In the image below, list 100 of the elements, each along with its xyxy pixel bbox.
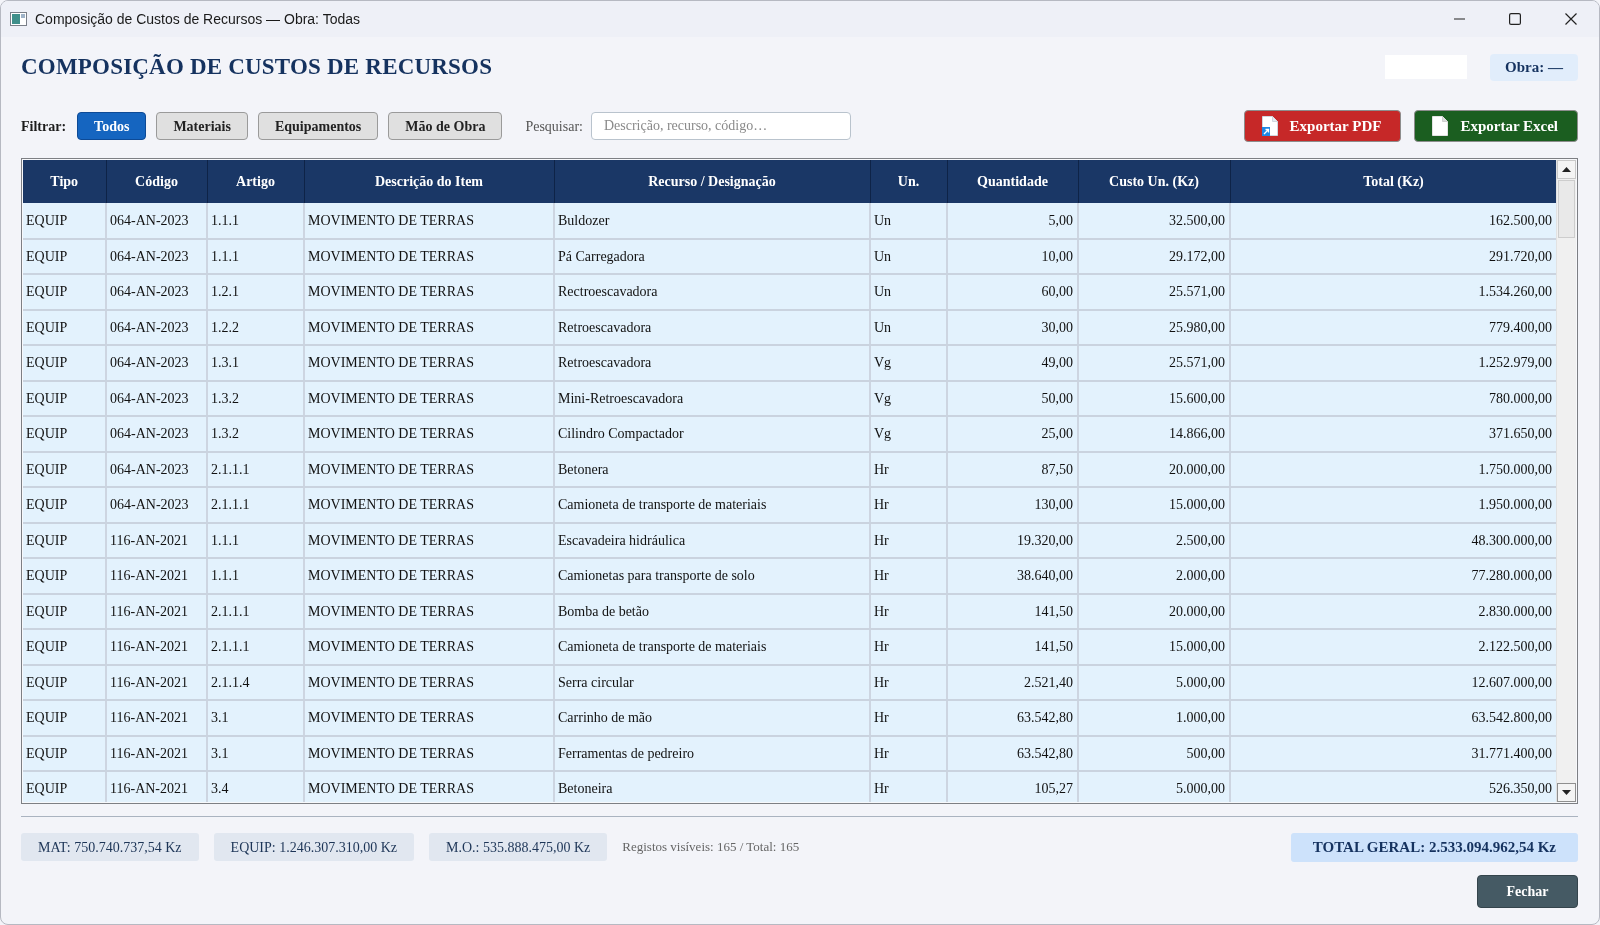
table-cell: 48.300.000,00: [1230, 522, 1556, 558]
table-cell: 2.1.1.1: [207, 629, 304, 665]
app-icon: [10, 12, 27, 26]
export-button[interactable]: Exportar PDF: [1243, 110, 1402, 142]
table-cell: 25,00: [947, 416, 1078, 452]
column-header[interactable]: Recurso / Designação: [554, 160, 870, 203]
scroll-down-icon[interactable]: [1557, 783, 1576, 802]
table-cell: EQUIP: [23, 451, 106, 487]
table-cell: Camioneta de transporte de materiais: [554, 487, 870, 523]
table-cell: EQUIP: [23, 664, 106, 700]
table-cell: EQUIP: [23, 558, 106, 594]
column-header[interactable]: Total (Kz): [1230, 160, 1556, 203]
table-cell: Vg: [870, 380, 947, 416]
table-cell: 14.866,00: [1078, 416, 1230, 452]
table-cell: 130,00: [947, 487, 1078, 523]
document-arrow-icon: [1261, 116, 1278, 136]
table-cell: 30,00: [947, 309, 1078, 345]
table-cell: Un: [870, 238, 947, 274]
table-cell: 15.000,00: [1078, 629, 1230, 665]
table-cell: 1.2.1: [207, 274, 304, 310]
table-cell: 116-AN-2021: [106, 700, 207, 736]
window-title: Composição de Custos de Recursos — Obra: Todas: [35, 9, 361, 29]
table-cell: MOVIMENTO DE TERRAS: [304, 735, 554, 771]
table-cell: 5.000,00: [1078, 664, 1230, 700]
table-cell: 15.000,00: [1078, 487, 1230, 523]
table-cell: Mini-Retroescavadora: [554, 380, 870, 416]
column-header[interactable]: Código: [106, 160, 207, 203]
column-header[interactable]: Un.: [870, 160, 947, 203]
scroll-up-icon[interactable]: [1557, 160, 1576, 179]
table-cell: Vg: [870, 345, 947, 381]
table-cell: Hr: [870, 700, 947, 736]
table-cell: 2.122.500,00: [1230, 629, 1556, 665]
table-cell: MOVIMENTO DE TERRAS: [304, 558, 554, 594]
table-cell: EQUIP: [23, 380, 106, 416]
table-cell: 064-AN-2023: [106, 274, 207, 310]
table-cell: 38.640,00: [947, 558, 1078, 594]
filter-button[interactable]: Materiais: [156, 112, 248, 140]
table-cell: 064-AN-2023: [106, 487, 207, 523]
column-header[interactable]: Tipo: [23, 160, 106, 203]
close-button[interactable]: Fechar: [1477, 875, 1578, 908]
table-cell: 116-AN-2021: [106, 558, 207, 594]
maximize-icon: [1509, 13, 1521, 25]
table-cell: 064-AN-2023: [106, 203, 207, 239]
table-cell: Hr: [870, 771, 947, 802]
table-cell: 63.542,80: [947, 735, 1078, 771]
filter-button[interactable]: Equipamentos: [257, 112, 379, 140]
table-cell: 500,00: [1078, 735, 1230, 771]
table-cell: 064-AN-2023: [106, 345, 207, 381]
scroll-thumb[interactable]: [1558, 180, 1575, 238]
table-cell: MOVIMENTO DE TERRAS: [304, 345, 554, 381]
table-cell: Hr: [870, 593, 947, 629]
table-cell: Pá Carregadora: [554, 238, 870, 274]
table-cell: 1.1.1: [207, 522, 304, 558]
table-cell: 2.1.1.1: [207, 593, 304, 629]
table-cell: 2.000,00: [1078, 558, 1230, 594]
table-cell: Hr: [870, 451, 947, 487]
table-cell: MOVIMENTO DE TERRAS: [304, 629, 554, 665]
table-cell: MOVIMENTO DE TERRAS: [304, 203, 554, 239]
table-cell: EQUIP: [23, 345, 106, 381]
table-cell: 49,00: [947, 345, 1078, 381]
record-count-text: Registos visíveis: 165 / Total: 165: [622, 838, 800, 857]
table-cell: Ferramentas de pedreiro: [554, 735, 870, 771]
table-cell: 32.500,00: [1078, 203, 1230, 239]
column-header[interactable]: Descrição do Item: [304, 160, 554, 203]
table-cell: MOVIMENTO DE TERRAS: [304, 451, 554, 487]
table-cell: 29.172,00: [1078, 238, 1230, 274]
filter-label: Filtrar:: [21, 117, 67, 136]
column-header[interactable]: Custo Un. (Kz): [1078, 160, 1230, 203]
table-cell: EQUIP: [23, 203, 106, 239]
table-cell: 2.1.1.1: [207, 487, 304, 523]
filter-button[interactable]: Todos: [77, 112, 147, 140]
table-cell: 1.1.1: [207, 238, 304, 274]
table-cell: 2.500,00: [1078, 522, 1230, 558]
table-cell: 25.571,00: [1078, 345, 1230, 381]
table-cell: 3.4: [207, 771, 304, 802]
table-cell: Rectroescavadora: [554, 274, 870, 310]
table-cell: 141,50: [947, 593, 1078, 629]
table-cell: 116-AN-2021: [106, 735, 207, 771]
table-cell: MOVIMENTO DE TERRAS: [304, 664, 554, 700]
column-header[interactable]: Quantidade: [947, 160, 1078, 203]
search-field[interactable]: Descrição, recurso, código…: [590, 112, 851, 140]
table-cell: Betonera: [554, 451, 870, 487]
column-header[interactable]: Artigo: [207, 160, 304, 203]
table-cell: MOVIMENTO DE TERRAS: [304, 522, 554, 558]
table-cell: 1.2.2: [207, 309, 304, 345]
table-cell: 87,50: [947, 451, 1078, 487]
table-cell: EQUIP: [23, 593, 106, 629]
export-button[interactable]: Exportar Excel: [1414, 110, 1578, 142]
vertical-scrollbar[interactable]: [1556, 160, 1576, 802]
filter-button[interactable]: Mão de Obra: [388, 112, 503, 140]
table-cell: 1.1.1: [207, 558, 304, 594]
table-cell: Buldozer: [554, 203, 870, 239]
table-cell: 064-AN-2023: [106, 451, 207, 487]
table-cell: 116-AN-2021: [106, 664, 207, 700]
table-cell: 5.000,00: [1078, 771, 1230, 802]
table-cell: Serra circular: [554, 664, 870, 700]
table-cell: 2.830.000,00: [1230, 593, 1556, 629]
table-cell: 141,50: [947, 629, 1078, 665]
table-cell: EQUIP: [23, 735, 106, 771]
table-cell: 116-AN-2021: [106, 593, 207, 629]
